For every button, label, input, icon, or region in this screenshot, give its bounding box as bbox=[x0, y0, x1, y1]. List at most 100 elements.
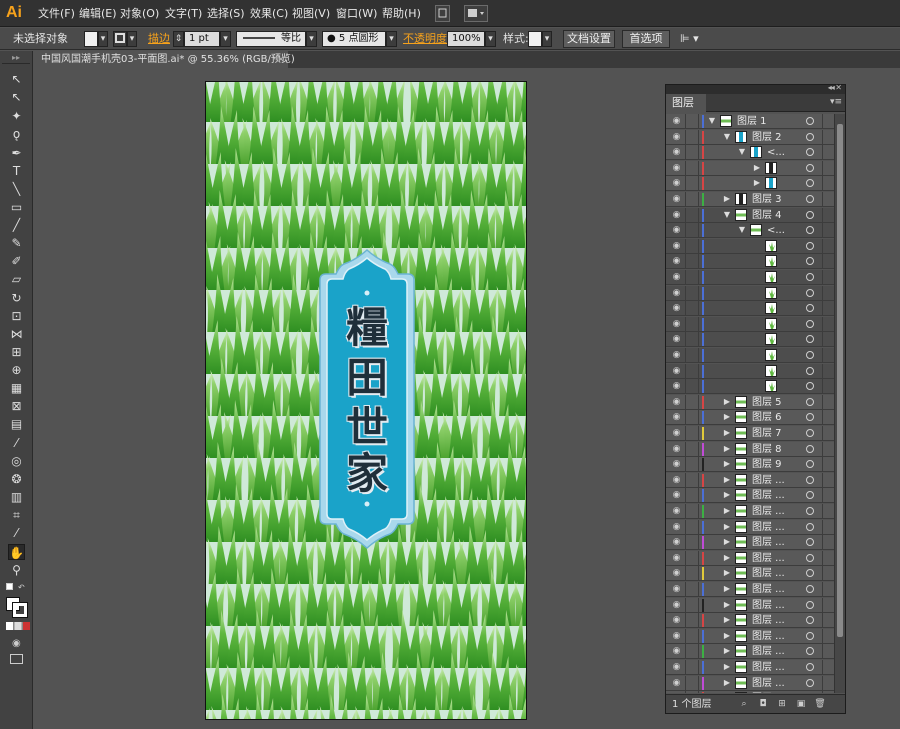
document-tab[interactable]: 中国风国潮手机壳03-平面图.ai* @ 55.36% (RGB/预览) bbox=[33, 51, 295, 68]
selection-column[interactable] bbox=[822, 130, 834, 145]
selection-column[interactable] bbox=[822, 286, 834, 301]
fill-swatch[interactable] bbox=[84, 31, 98, 47]
layer-row[interactable]: ◉ bbox=[666, 254, 834, 269]
lock-toggle[interactable] bbox=[685, 348, 699, 363]
visibility-eye-icon[interactable]: ◉ bbox=[671, 413, 682, 422]
mesh-tool-icon[interactable]: ⊠ bbox=[8, 398, 25, 414]
layer-name[interactable]: 图层 1 bbox=[737, 114, 767, 129]
stroke-weight-dropdown-icon[interactable]: ▾ bbox=[220, 31, 231, 47]
layer-name[interactable]: 图层 2 bbox=[752, 130, 782, 145]
visibility-eye-icon[interactable]: ◉ bbox=[671, 507, 682, 516]
target-circle-icon[interactable] bbox=[806, 398, 814, 406]
selection-column[interactable] bbox=[822, 598, 834, 613]
layer-row[interactable]: ◉ ▼ <... bbox=[666, 145, 834, 160]
lock-toggle[interactable] bbox=[685, 379, 699, 394]
layer-row[interactable]: ◉ ▶ 图层 9 bbox=[666, 457, 834, 472]
target-circle-icon[interactable] bbox=[806, 289, 814, 297]
stroke-weight-stepper[interactable]: ⇕ bbox=[173, 31, 184, 47]
expand-down-icon[interactable]: ▼ bbox=[708, 115, 716, 127]
create-sublayer-icon[interactable]: ⊞ bbox=[776, 698, 788, 710]
selection-column[interactable] bbox=[822, 566, 834, 581]
selection-column[interactable] bbox=[822, 379, 834, 394]
layer-row[interactable]: ◉ ▶ 图层 7 bbox=[666, 426, 834, 441]
lasso-tool-icon[interactable]: ǫ bbox=[8, 126, 25, 142]
target-circle-icon[interactable] bbox=[806, 351, 814, 359]
selection-column[interactable] bbox=[822, 504, 834, 519]
make-clipping-mask-icon[interactable]: ◘ bbox=[757, 698, 769, 710]
target-circle-icon[interactable] bbox=[806, 304, 814, 312]
slice-tool-icon[interactable]: ⁄ bbox=[8, 525, 25, 541]
layer-row[interactable]: ◉ bbox=[666, 286, 834, 301]
layer-row[interactable]: ◉ bbox=[666, 348, 834, 363]
lock-toggle[interactable] bbox=[685, 582, 699, 597]
expand-down-icon[interactable]: ▼ bbox=[723, 209, 731, 221]
visibility-eye-icon[interactable]: ◉ bbox=[671, 491, 682, 500]
visibility-eye-icon[interactable]: ◉ bbox=[671, 554, 682, 563]
target-circle-icon[interactable] bbox=[806, 554, 814, 562]
expand-right-icon[interactable]: ▶ bbox=[723, 458, 731, 470]
lock-toggle[interactable] bbox=[685, 598, 699, 613]
graphic-style-swatch[interactable] bbox=[528, 31, 542, 47]
lock-toggle[interactable] bbox=[685, 208, 699, 223]
expand-right-icon[interactable]: ▶ bbox=[723, 614, 731, 626]
target-circle-icon[interactable] bbox=[806, 507, 814, 515]
layer-row[interactable]: ◉ ▼ <... bbox=[666, 223, 834, 238]
menu-help[interactable]: 帮助(H) bbox=[382, 7, 421, 21]
menu-file[interactable]: 文件(F) bbox=[38, 7, 75, 21]
layer-row[interactable]: ◉ ▶ 图层 ... bbox=[666, 660, 834, 675]
selection-column[interactable] bbox=[822, 613, 834, 628]
opacity-field[interactable]: 100% bbox=[447, 31, 485, 47]
direct-selection-tool-icon[interactable]: ↖ bbox=[8, 89, 25, 105]
layer-name[interactable]: 图层 ... bbox=[752, 551, 785, 566]
visibility-eye-icon[interactable]: ◉ bbox=[671, 523, 682, 532]
menu-effect[interactable]: 效果(C) bbox=[250, 7, 288, 21]
locate-object-icon[interactable]: ⌕ bbox=[738, 698, 750, 710]
lock-toggle[interactable] bbox=[685, 317, 699, 332]
layer-name[interactable]: 图层 ... bbox=[752, 520, 785, 535]
line-tool-icon[interactable]: ╲ bbox=[8, 181, 25, 197]
selection-column[interactable] bbox=[822, 161, 834, 176]
visibility-eye-icon[interactable]: ◉ bbox=[671, 179, 682, 188]
expand-right-icon[interactable]: ▶ bbox=[753, 177, 761, 189]
eyedropper-tool-icon[interactable]: ⁄ bbox=[8, 435, 25, 451]
pen-tool-icon[interactable]: ✒ bbox=[8, 145, 25, 161]
layer-row[interactable]: ◉ ▼ 图层 1 bbox=[666, 114, 834, 129]
layer-name[interactable]: 图层 7 bbox=[752, 426, 782, 441]
layer-name[interactable]: 图层 ... bbox=[752, 644, 785, 659]
lock-toggle[interactable] bbox=[685, 364, 699, 379]
visibility-eye-icon[interactable]: ◉ bbox=[671, 382, 682, 391]
pencil-tool-icon[interactable]: ✎ bbox=[8, 235, 25, 251]
expand-right-icon[interactable]: ▶ bbox=[723, 677, 731, 689]
layer-name[interactable]: 图层 6 bbox=[752, 410, 782, 425]
visibility-eye-icon[interactable]: ◉ bbox=[671, 585, 682, 594]
visibility-eye-icon[interactable]: ◉ bbox=[671, 289, 682, 298]
layer-row[interactable]: ◉ ▶ 图层 ... bbox=[666, 629, 834, 644]
variable-width-profile[interactable]: 等比 bbox=[236, 31, 306, 47]
expand-right-icon[interactable]: ▶ bbox=[723, 396, 731, 408]
scale-tool-icon[interactable]: ⊡ bbox=[8, 308, 25, 324]
expand-right-icon[interactable]: ▶ bbox=[723, 552, 731, 564]
selection-column[interactable] bbox=[822, 676, 834, 691]
layer-name[interactable]: 图层 ... bbox=[752, 629, 785, 644]
selection-column[interactable] bbox=[822, 395, 834, 410]
selection-column[interactable] bbox=[822, 223, 834, 238]
lock-toggle[interactable] bbox=[685, 223, 699, 238]
stroke-swatch[interactable] bbox=[113, 31, 127, 47]
layer-row[interactable]: ◉ ▶ bbox=[666, 176, 834, 191]
document-setup-button[interactable]: 文档设置 bbox=[563, 30, 615, 48]
layers-tab[interactable]: 图层 bbox=[666, 94, 706, 112]
layer-name[interactable]: 图层 ... bbox=[752, 676, 785, 691]
expand-down-icon[interactable]: ▼ bbox=[723, 131, 731, 143]
lock-toggle[interactable] bbox=[685, 145, 699, 160]
lock-toggle[interactable] bbox=[685, 176, 699, 191]
selection-column[interactable] bbox=[822, 176, 834, 191]
target-circle-icon[interactable] bbox=[806, 257, 814, 265]
lock-toggle[interactable] bbox=[685, 395, 699, 410]
target-circle-icon[interactable] bbox=[806, 335, 814, 343]
lock-toggle[interactable] bbox=[685, 161, 699, 176]
visibility-eye-icon[interactable]: ◉ bbox=[671, 117, 682, 126]
lock-toggle[interactable] bbox=[685, 566, 699, 581]
target-circle-icon[interactable] bbox=[806, 273, 814, 281]
selection-column[interactable] bbox=[822, 488, 834, 503]
screen-mode-icon[interactable] bbox=[10, 654, 23, 664]
